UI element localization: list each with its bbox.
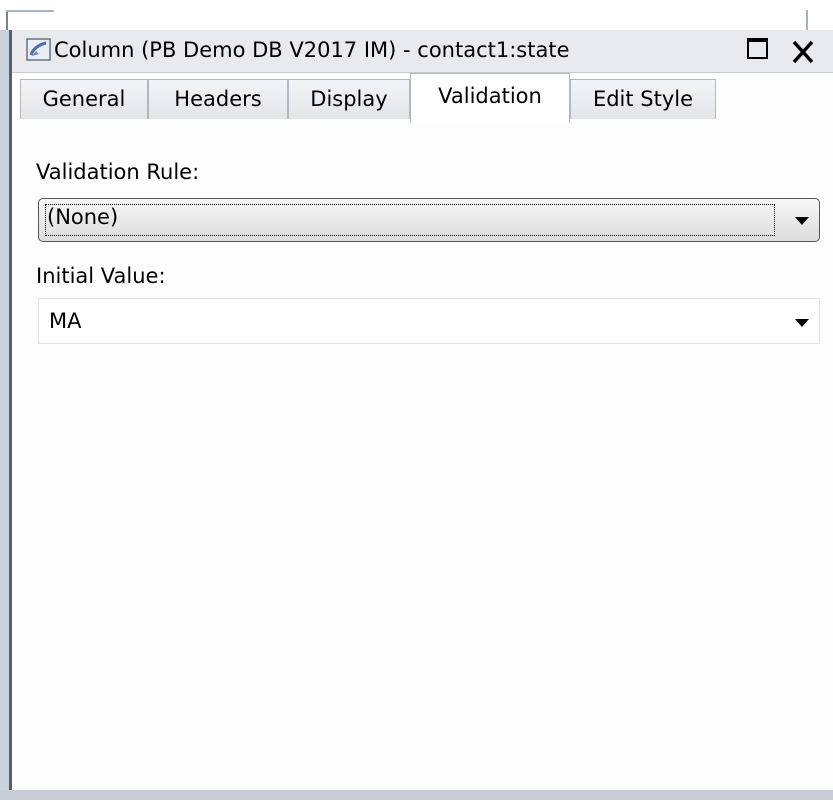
initial-value-dropdown[interactable]: MA	[38, 298, 820, 344]
tab-edit-style[interactable]: Edit Style	[570, 79, 716, 119]
initial-value-label: Initial Value:	[36, 264, 166, 288]
underlying-window-corner-right	[800, 0, 812, 30]
window-title: Column (PB Demo DB V2017 IM) - contact1:…	[54, 38, 570, 62]
tab-strip: General Headers Display Validation Edit …	[12, 73, 833, 164]
tab-display[interactable]: Display	[288, 79, 410, 119]
validation-rule-dropdown[interactable]: (None)	[38, 198, 820, 242]
column-painter-icon	[26, 37, 52, 63]
focus-rectangle	[45, 204, 775, 236]
chevron-down-icon[interactable]	[795, 319, 809, 327]
column-properties-window: Column (PB Demo DB V2017 IM) - contact1:…	[12, 30, 833, 800]
validation-rule-value: (None)	[47, 205, 119, 229]
window-left-border	[0, 30, 12, 800]
validation-panel: Validation Rule: (None) Initial Value: M…	[12, 122, 833, 800]
tab-general[interactable]: General	[20, 79, 148, 119]
tab-validation[interactable]: Validation	[410, 73, 570, 123]
window-bottom-border	[0, 790, 833, 800]
maximize-icon[interactable]	[744, 35, 772, 63]
initial-value-value: MA	[49, 309, 82, 333]
underlying-window-corner	[0, 0, 54, 30]
validation-rule-label: Validation Rule:	[36, 160, 200, 184]
title-bar[interactable]: Column (PB Demo DB V2017 IM) - contact1:…	[12, 30, 833, 73]
tab-headers[interactable]: Headers	[148, 79, 288, 119]
chevron-down-icon[interactable]	[795, 217, 809, 225]
background-strip	[0, 0, 833, 30]
close-icon[interactable]	[782, 35, 822, 64]
